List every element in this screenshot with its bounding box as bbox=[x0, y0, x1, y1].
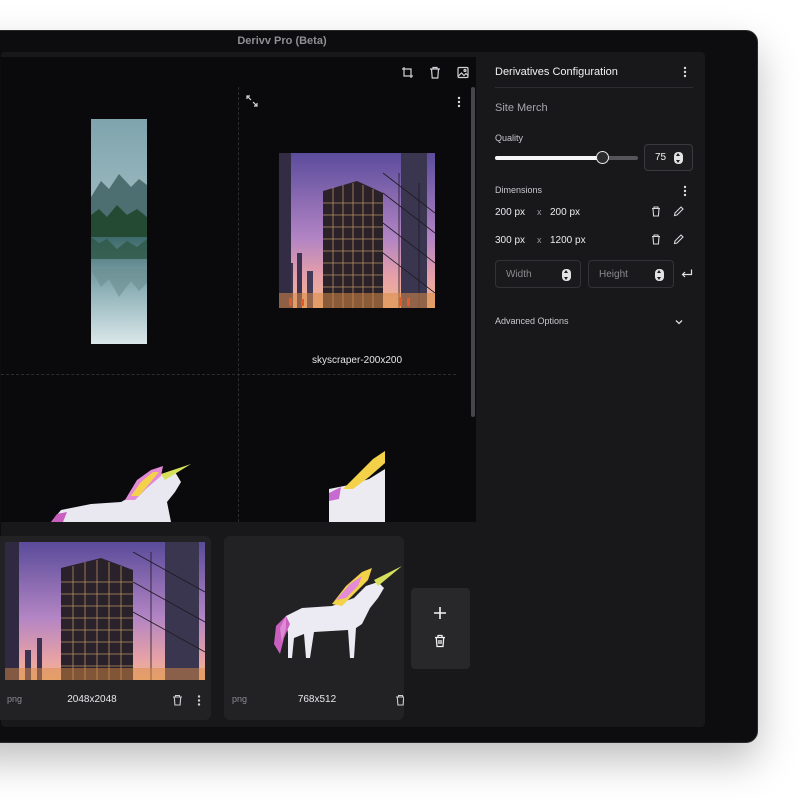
pencil-icon[interactable] bbox=[673, 234, 684, 248]
height-stepper-icon[interactable] bbox=[655, 269, 664, 281]
title-bar[interactable]: Derivv Pro (Beta) bbox=[0, 31, 757, 51]
dimension-width: 200 px bbox=[495, 207, 526, 218]
dimensions-more-icon[interactable] bbox=[683, 184, 687, 202]
quality-value: 75 bbox=[655, 152, 667, 163]
source-card-skyscraper[interactable]: png 2048x2048 bbox=[0, 536, 211, 720]
card-more-icon[interactable] bbox=[197, 693, 201, 711]
trash-icon[interactable] bbox=[172, 693, 183, 711]
app-window: Derivv Pro (Beta) skyscraper-200x200 png… bbox=[0, 30, 758, 743]
crop-icon[interactable] bbox=[400, 65, 414, 79]
quality-stepper-icon[interactable] bbox=[674, 152, 683, 164]
grid-line bbox=[238, 87, 239, 522]
panel-divider bbox=[495, 87, 693, 88]
dimension-times: x bbox=[537, 235, 542, 245]
add-source-panel bbox=[411, 588, 470, 669]
canvas-scrollbar[interactable] bbox=[471, 87, 475, 417]
panel-title: Derivatives Configuration bbox=[495, 66, 618, 78]
height-placeholder: Height bbox=[599, 269, 628, 280]
canvas-toolbar bbox=[400, 65, 470, 79]
quality-input[interactable]: 75 bbox=[644, 144, 693, 171]
dimension-row: 200 px x 200 px bbox=[495, 204, 695, 222]
unicorn-crop-preview[interactable] bbox=[329, 449, 385, 522]
advanced-options-toggle[interactable]: Advanced Options bbox=[495, 316, 569, 326]
enter-icon[interactable] bbox=[681, 267, 693, 285]
dimension-width: 300 px bbox=[495, 235, 526, 246]
cell-more-icon[interactable] bbox=[457, 95, 461, 113]
trash-icon[interactable] bbox=[428, 65, 442, 79]
expand-icon[interactable] bbox=[246, 94, 258, 112]
dimension-times: x bbox=[537, 207, 542, 217]
grid-line bbox=[1, 374, 456, 375]
height-input[interactable]: Height bbox=[588, 260, 674, 288]
chevron-down-icon[interactable] bbox=[674, 314, 684, 332]
preview-canvas[interactable]: skyscraper-200x200 bbox=[1, 57, 476, 522]
trash-icon[interactable] bbox=[395, 693, 404, 711]
image-settings-icon[interactable] bbox=[456, 65, 470, 79]
selected-derivative-caption: skyscraper-200x200 bbox=[311, 355, 403, 366]
panel-more-icon[interactable] bbox=[683, 65, 687, 83]
source-dimensions: 2048x2048 bbox=[67, 694, 117, 705]
source-thumbnail bbox=[5, 542, 205, 680]
dimension-row: 300 px x 1200 px bbox=[495, 232, 695, 250]
plus-icon[interactable] bbox=[433, 606, 447, 625]
source-thumbnail bbox=[230, 542, 404, 680]
source-card-unicorn[interactable]: png 768x512 bbox=[224, 536, 404, 720]
width-input[interactable]: Width bbox=[495, 260, 581, 288]
source-dimensions: 768x512 bbox=[297, 694, 337, 705]
trash-icon[interactable] bbox=[651, 206, 661, 220]
quality-label: Quality bbox=[495, 133, 524, 143]
dimension-height: 200 px bbox=[550, 207, 581, 218]
quality-slider-thumb[interactable] bbox=[596, 151, 610, 164]
preset-name[interactable]: Site Merch bbox=[495, 102, 548, 114]
dimensions-label: Dimensions bbox=[495, 185, 543, 195]
trash-icon[interactable] bbox=[651, 234, 661, 248]
window-title: Derivv Pro (Beta) bbox=[237, 35, 327, 47]
width-stepper-icon[interactable] bbox=[562, 269, 571, 281]
unicorn-derivative-preview[interactable] bbox=[51, 462, 201, 522]
skyscraper-derivative[interactable] bbox=[279, 153, 435, 308]
mountain-lake-derivative[interactable] bbox=[91, 119, 147, 344]
trash-icon[interactable] bbox=[434, 634, 446, 653]
dimension-height: 1200 px bbox=[550, 235, 586, 246]
width-placeholder: Width bbox=[506, 269, 532, 280]
pencil-icon[interactable] bbox=[673, 206, 684, 220]
app-content: skyscraper-200x200 png 2048x2048 png 768… bbox=[0, 52, 705, 727]
quality-slider[interactable] bbox=[495, 151, 638, 164]
quality-slider-fill bbox=[495, 156, 603, 160]
